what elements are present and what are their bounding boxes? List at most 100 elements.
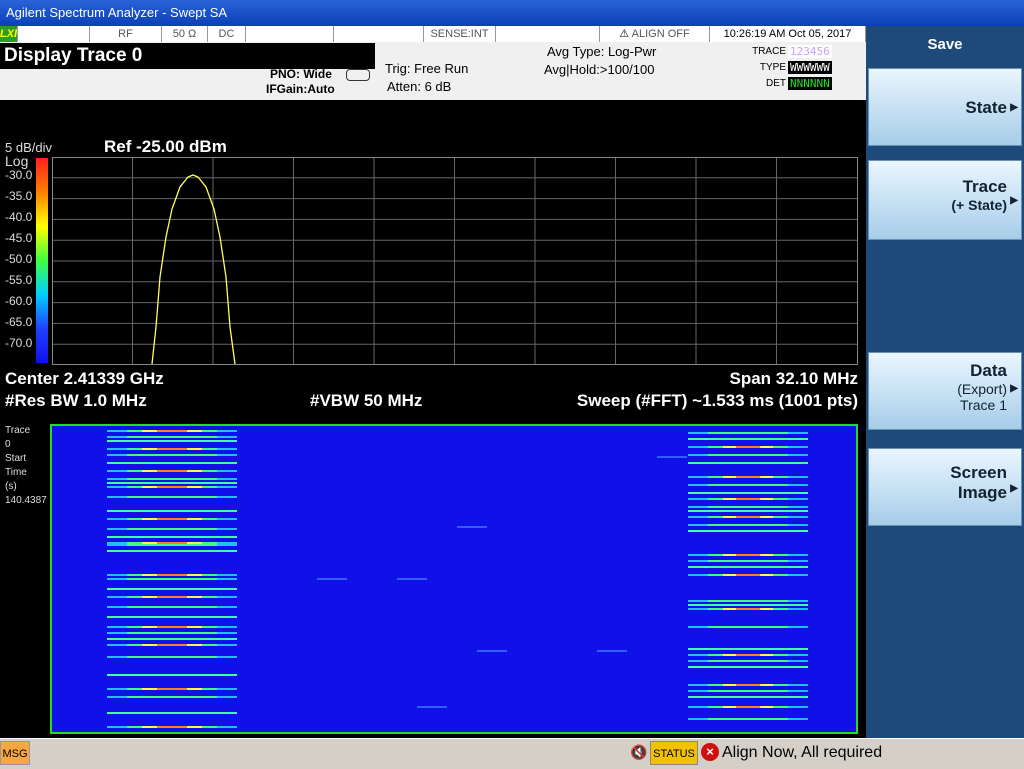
- coupling-indicator: DC: [208, 26, 246, 42]
- waterfall-streak: [708, 432, 788, 434]
- ifgain-label: IFGain:Auto: [266, 82, 335, 96]
- waterfall-streak: [127, 632, 217, 634]
- status-button[interactable]: STATUS: [650, 741, 698, 765]
- waterfall-streak: [708, 524, 788, 526]
- waterfall-streak: [736, 516, 760, 518]
- status-empty-4: [496, 26, 600, 42]
- waterfall-panel: Trace 0 Start Time (s) 140.4387: [0, 420, 866, 738]
- waterfall-streak: [107, 440, 237, 442]
- spectrum-graticule: [52, 157, 858, 365]
- y-tick-label: -30.0: [5, 168, 33, 182]
- align-label: ALIGN OFF: [631, 28, 690, 40]
- waterfall-streak: [708, 600, 788, 602]
- waterfall-streak: [688, 666, 808, 668]
- waterfall-display: [50, 424, 858, 734]
- screen-softkey-label1: Screen: [950, 463, 1007, 482]
- waterfall-streak: [107, 588, 237, 590]
- waterfall-image: [107, 430, 808, 728]
- waterfall-streak: [397, 578, 427, 580]
- waterfall-streak: [688, 530, 808, 532]
- lxi-badge: LXI: [0, 26, 18, 42]
- window-title: Agilent Spectrum Analyzer - Swept SA: [0, 0, 1024, 26]
- trace-line: [151, 174, 236, 365]
- y-tick-label: -70.0: [5, 336, 33, 350]
- header-panel: Display Trace 0 PNO: Wide IFGain:Auto Tr…: [0, 42, 866, 101]
- arrow-right-icon: ▶: [1010, 195, 1018, 206]
- arrow-right-icon: ▶: [1010, 383, 1018, 394]
- waterfall-streak: [736, 554, 760, 556]
- waterfall-streak: [157, 518, 187, 520]
- waterfall-streak: [708, 690, 788, 692]
- waterfall-streak: [708, 484, 788, 486]
- waterfall-streak: [127, 606, 217, 608]
- waterfall-streak: [157, 486, 187, 488]
- align-indicator: ⚠ ALIGN OFF: [600, 26, 710, 42]
- error-icon: ×: [701, 743, 719, 761]
- waterfall-streak: [736, 446, 760, 448]
- waterfall-streak: [157, 644, 187, 646]
- spectrum-plot: 5 dB/div Log Ref -25.00 dBm -30.0 -35.0 -4…: [0, 100, 866, 420]
- arrow-right-icon: ▶: [1010, 483, 1018, 494]
- data-softkey-sub1: (Export): [957, 381, 1007, 397]
- status-empty-3: [334, 26, 424, 42]
- datetime: 10:26:19 AM Oct 05, 2017: [710, 26, 866, 42]
- det-values: NNNNNN: [788, 77, 832, 90]
- state-softkey[interactable]: State ▶: [868, 68, 1022, 146]
- waterfall-line: Time: [5, 467, 27, 478]
- waterfall-streak: [417, 706, 447, 708]
- scale-type-label: Log: [5, 153, 29, 169]
- waterfall-streak: [708, 718, 788, 720]
- msg-button[interactable]: MSG: [0, 741, 30, 765]
- data-export-softkey[interactable]: Data (Export) Trace 1 ▶: [868, 352, 1022, 430]
- sweep-label: Sweep (#FFT) ~1.533 ms (1001 pts): [576, 391, 858, 410]
- waterfall-streak: [317, 578, 347, 580]
- waterfall-streak: [107, 550, 237, 552]
- y-tick-label: -50.0: [5, 252, 33, 266]
- waterfall-streak: [157, 430, 187, 432]
- waterfall-streak: [688, 604, 808, 606]
- waterfall-streak: [127, 496, 217, 498]
- waterfall-streak: [107, 674, 237, 676]
- waterfall-streak: [157, 470, 187, 472]
- waterfall-streak: [107, 482, 237, 484]
- bottom-status-bar: MSG 🔇 STATUS × Align Now, All required: [0, 738, 1024, 769]
- waterfall-streak: [477, 650, 507, 652]
- waterfall-streak: [127, 578, 217, 580]
- waterfall-streak: [688, 438, 808, 440]
- waterfall-streak: [107, 462, 237, 464]
- avg-hold-label: Avg|Hold:>100/100: [544, 62, 655, 77]
- colorbar: [36, 158, 48, 363]
- waterfall-line: 0: [5, 439, 11, 450]
- waterfall-streak: [157, 688, 187, 690]
- atten-label: Atten: 6 dB: [387, 79, 452, 94]
- waterfall-streak: [708, 626, 788, 628]
- waterfall-streak: [127, 528, 217, 530]
- y-tick-label: -45.0: [5, 231, 33, 245]
- waterfall-trace-label: Trace 0 Start Time (s) 140.4387: [5, 424, 47, 508]
- screen-image-softkey[interactable]: Screen Image ▶: [868, 448, 1022, 526]
- menu-title-save: Save: [868, 30, 1022, 64]
- sense-indicator: SENSE:INT: [424, 26, 496, 42]
- ref-level-label: Ref -25.00 dBm: [104, 137, 227, 156]
- y-tick-label: -65.0: [5, 315, 33, 329]
- trace-values: 123456: [788, 45, 832, 58]
- y-tick-label: -35.0: [5, 189, 33, 203]
- pno-toggle-icon: [346, 69, 370, 81]
- waterfall-streak: [107, 712, 237, 714]
- waterfall-streak: [708, 506, 788, 508]
- waterfall-streak: [688, 510, 808, 512]
- type-label: TYPE: [759, 62, 786, 73]
- waterfall-streak: [107, 638, 237, 640]
- status-empty-2: [246, 26, 334, 42]
- trace-indicator-box: TRACE 123456 TYPE WWWWWW DET NNNNNN: [748, 44, 864, 90]
- waterfall-streak: [127, 544, 217, 546]
- waterfall-streak: [127, 436, 217, 438]
- warning-icon: ⚠: [619, 28, 630, 40]
- status-strip: LXI RF 50 Ω DC SENSE:INT ⚠ ALIGN OFF 10:…: [0, 26, 866, 43]
- impedance-indicator: 50 Ω: [162, 26, 208, 42]
- trace-softkey[interactable]: Trace (+ State) ▶: [868, 160, 1022, 240]
- screen-softkey-label2: Image: [957, 483, 1007, 502]
- waterfall-streak: [107, 616, 237, 618]
- status-empty-1: [18, 26, 90, 42]
- span-label: Span 32.10 MHz: [729, 369, 859, 388]
